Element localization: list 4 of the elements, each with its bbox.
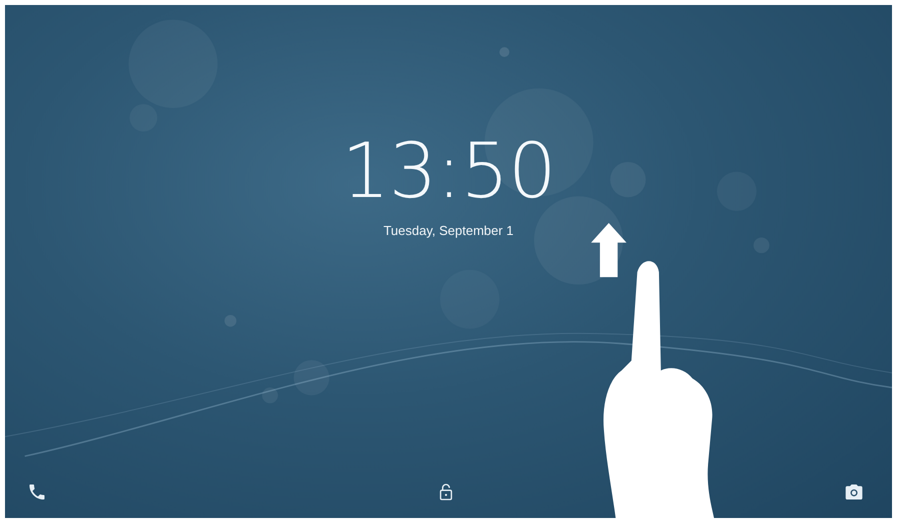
date-text: Tuesday, September 1 (383, 223, 514, 238)
clock-time: 13:50 (341, 125, 556, 217)
phone-icon[interactable] (27, 482, 47, 502)
camera-icon[interactable] (844, 482, 864, 502)
